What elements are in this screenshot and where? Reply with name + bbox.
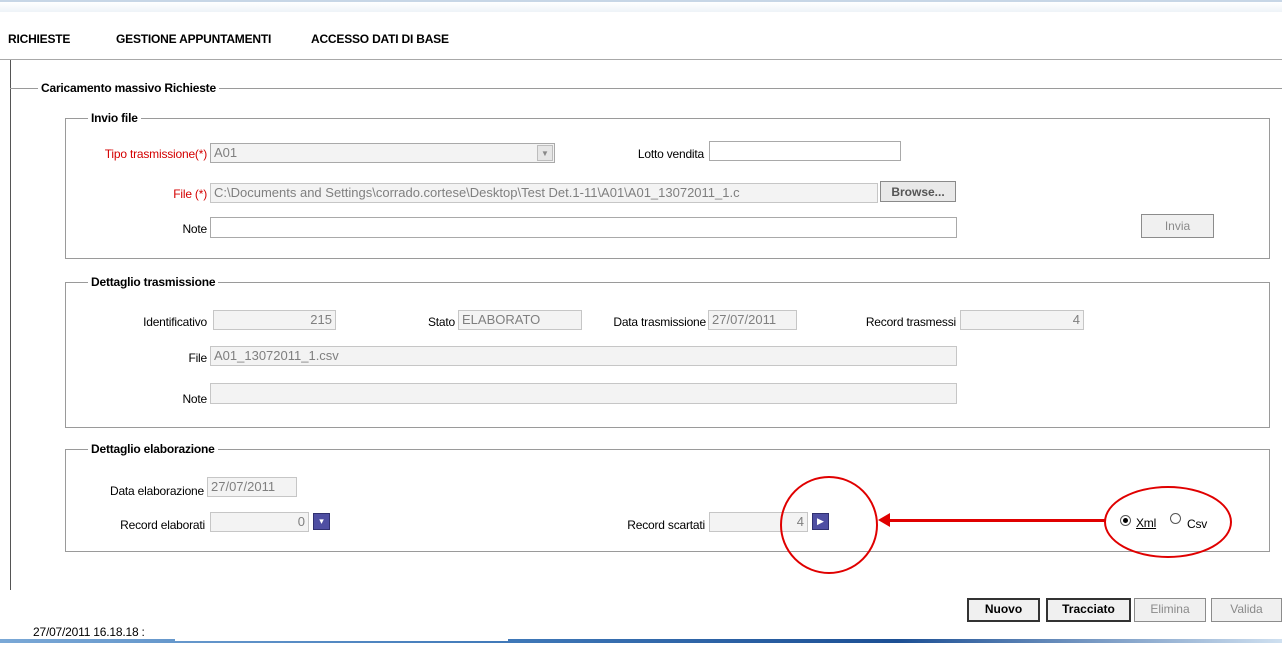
data-elaborazione-value: 27/07/2011 xyxy=(207,477,297,497)
window-top-border xyxy=(0,0,1282,12)
record-elaborati-value: 0 xyxy=(210,512,309,532)
stato-value: ELABORATO xyxy=(458,310,582,330)
tipo-trasmissione-select[interactable]: A01 ▼ xyxy=(210,143,555,163)
file-label: File (*) xyxy=(173,187,207,201)
valida-button[interactable]: Valida xyxy=(1211,598,1282,622)
file-name-value: A01_13072011_1.csv xyxy=(210,346,957,366)
status-timestamp: 27/07/2011 16.18.18 : xyxy=(33,625,145,639)
tipo-trasmissione-label: Tipo trasmissione(*) xyxy=(104,147,207,161)
section-title-dettaglio-elaborazione: Dettaglio elaborazione xyxy=(91,442,215,456)
file-path-input[interactable]: C:\Documents and Settings\corrado.cortes… xyxy=(210,183,878,203)
record-elaborati-label: Record elaborati xyxy=(120,518,205,532)
note-label: Note xyxy=(182,222,207,236)
record-trasmessi-value: 4 xyxy=(960,310,1084,330)
section-title-invio-file: Invio file xyxy=(91,111,138,125)
status-message-box xyxy=(175,619,508,641)
data-trasmissione-label: Data trasmissione xyxy=(613,315,706,329)
data-elaborazione-label: Data elaborazione xyxy=(109,484,204,498)
browse-button[interactable]: Browse... xyxy=(880,181,956,202)
data-trasmissione-value: 27/07/2011 xyxy=(708,310,797,330)
menu-item-richieste[interactable]: RICHIESTE xyxy=(8,32,70,46)
record-scartati-label: Record scartati xyxy=(627,518,705,532)
note-value-dettaglio xyxy=(210,383,957,404)
section-title-dettaglio-trasmissione: Dettaglio trasmissione xyxy=(91,275,216,289)
lotto-vendita-label: Lotto vendita xyxy=(637,147,704,161)
file-label-dettaglio: File xyxy=(188,351,207,365)
dropdown-arrow-icon[interactable]: ▼ xyxy=(537,145,553,161)
lotto-vendita-input[interactable] xyxy=(709,141,901,161)
identificativo-label: Identificativo xyxy=(143,315,207,329)
dettaglio-elaborazione-section: Dettaglio elaborazione xyxy=(65,442,1270,552)
stato-label: Stato xyxy=(427,315,455,329)
panel-title: Caricamento massivo Richieste xyxy=(41,81,216,95)
invia-button[interactable]: Invia xyxy=(1141,214,1214,238)
identificativo-value: 215 xyxy=(213,310,336,330)
annotation-circle-format xyxy=(1104,486,1232,558)
nuovo-button[interactable]: Nuovo xyxy=(967,598,1040,622)
tipo-trasmissione-value: A01 xyxy=(214,145,238,160)
annotation-circle-scartati xyxy=(780,476,878,574)
annotation-arrow-line xyxy=(890,519,1105,522)
elimina-button[interactable]: Elimina xyxy=(1134,598,1206,622)
tracciato-button[interactable]: Tracciato xyxy=(1046,598,1131,622)
menu-item-accesso-dati-di-base[interactable]: ACCESSO DATI DI BASE xyxy=(311,32,449,46)
record-trasmessi-label: Record trasmessi xyxy=(865,315,956,329)
menu-item-gestione-appuntamenti[interactable]: GESTIONE APPUNTAMENTI xyxy=(116,32,271,46)
menu-bar: RICHIESTE GESTIONE APPUNTAMENTI ACCESSO … xyxy=(0,20,1282,60)
note-label-dettaglio: Note xyxy=(182,392,207,406)
annotation-arrowhead-icon xyxy=(878,513,890,527)
record-elaborati-detail-icon[interactable]: ▾ xyxy=(313,513,330,530)
note-input[interactable] xyxy=(210,217,957,238)
